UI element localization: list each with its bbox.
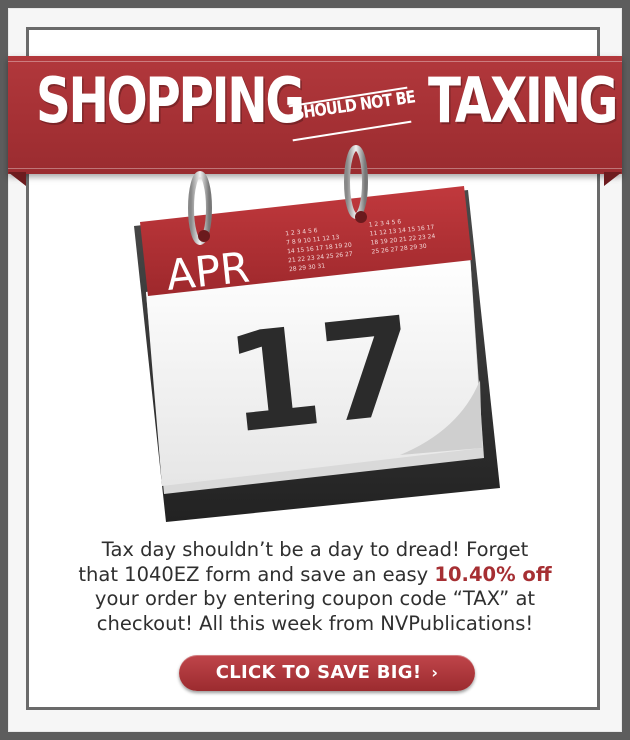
promo-line-2: that 1040EZ form and save an easy 10.40%… (40, 563, 590, 588)
promo-line-3: your order by entering coupon code “TAX”… (94, 587, 536, 610)
calendar-illustration: APR 1 2 3 4 5 6 7 8 9 10 11 12 13 14 15 … (134, 145, 500, 522)
promo-line-1: Tax day shouldn’t be a day to dread! For… (101, 538, 529, 561)
calendar-day: 17 (219, 288, 424, 465)
discount-highlight: 10.40% off (434, 562, 552, 586)
ring-hole-right (355, 211, 367, 223)
promo-line-2-text: that 1040EZ form and save an easy (78, 562, 435, 586)
save-big-button-label: CLICK TO SAVE BIG! (215, 662, 422, 683)
calendar-month: APR (164, 243, 252, 300)
chevron-right-icon: › (431, 663, 439, 682)
promo-line-4: checkout! All this week from NVPublicati… (96, 611, 534, 635)
ring-hole-left (198, 230, 210, 242)
save-big-button[interactable]: CLICK TO SAVE BIG! › (179, 655, 475, 691)
promo-message: Tax day shouldn’t be a day to dread! For… (40, 538, 590, 636)
